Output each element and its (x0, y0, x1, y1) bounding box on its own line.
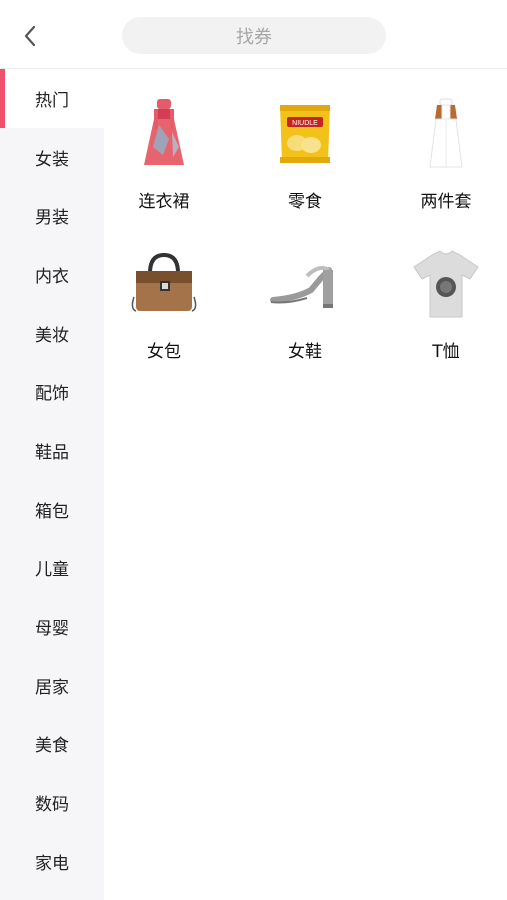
category-tile-tshirt[interactable]: T恤 (386, 239, 506, 369)
sidebar-item-label: 箱包 (35, 501, 69, 522)
category-tile-handbag[interactable]: 女包 (104, 239, 224, 369)
sidebar-item-appliances[interactable]: 家电 (0, 832, 104, 891)
sidebar-item-food[interactable]: 美食 (0, 715, 104, 774)
sidebar-item-label: 居家 (35, 677, 69, 698)
category-tile-snacks[interactable]: NIUDLE 零食 (245, 89, 365, 219)
sidebar-item-label: 儿童 (35, 560, 69, 581)
sidebar-item-hot[interactable]: 热门 (0, 69, 104, 128)
sidebar-item-label: 女装 (35, 149, 69, 170)
handbag-icon (131, 252, 197, 312)
category-sidebar: 热门 女装 男装 内衣 美妆 配饰 鞋品 箱包 儿童 母婴 居家 美食 数码 家… (0, 69, 104, 900)
sidebar-item-digital[interactable]: 数码 (0, 773, 104, 832)
category-tile-shoes[interactable]: 女鞋 (245, 239, 365, 369)
category-label: 两件套 (420, 192, 472, 212)
dress-icon (144, 99, 184, 165)
sidebar-item-label: 配饰 (35, 384, 69, 405)
snack-package-text: NIUDLE (292, 120, 318, 127)
category-label: 连衣裙 (138, 192, 190, 212)
two-piece-dress-icon (429, 98, 463, 168)
tshirt-icon (413, 250, 479, 318)
category-label: 女包 (147, 342, 181, 362)
sidebar-item-label: 鞋品 (35, 442, 69, 463)
sidebar-item-accessories[interactable]: 配饰 (0, 362, 104, 421)
sidebar-item-label: 母婴 (35, 619, 69, 640)
sidebar-item-label: 美食 (35, 736, 69, 757)
sidebar-item-womens-clothing[interactable]: 女装 (0, 128, 104, 187)
category-tile-dress[interactable]: 连衣裙 (104, 89, 224, 219)
sidebar-item-shoes[interactable]: 鞋品 (0, 421, 104, 480)
sidebar-item-bags[interactable]: 箱包 (0, 480, 104, 539)
sandal-icon (270, 266, 333, 308)
sidebar-item-beauty[interactable]: 美妆 (0, 304, 104, 363)
search-input[interactable]: 找券 (122, 17, 386, 54)
sidebar-item-label: 男装 (35, 208, 69, 229)
search-placeholder: 找券 (236, 26, 272, 48)
sidebar-item-underwear[interactable]: 内衣 (0, 245, 104, 304)
sidebar-item-label: 热门 (35, 90, 69, 111)
sidebar-item-label: 美妆 (35, 325, 69, 346)
sidebar-item-baby[interactable]: 母婴 (0, 597, 104, 656)
category-label: 零食 (288, 192, 322, 212)
category-label: T恤 (432, 342, 460, 362)
back-button[interactable] (18, 22, 42, 50)
category-label: 女鞋 (288, 342, 322, 362)
sidebar-item-label: 内衣 (35, 266, 69, 287)
sidebar-item-label: 家电 (35, 853, 69, 874)
chevron-left-icon (24, 25, 36, 47)
sidebar-item-label: 数码 (35, 795, 69, 816)
sidebar-item-home[interactable]: 居家 (0, 656, 104, 715)
snack-bag-icon: NIUDLE (280, 105, 330, 163)
top-bar: 找券 (0, 0, 507, 69)
sidebar-item-kids[interactable]: 儿童 (0, 539, 104, 598)
sidebar-item-mens-clothing[interactable]: 男装 (0, 186, 104, 245)
category-tile-two-piece[interactable]: 两件套 (386, 89, 506, 219)
